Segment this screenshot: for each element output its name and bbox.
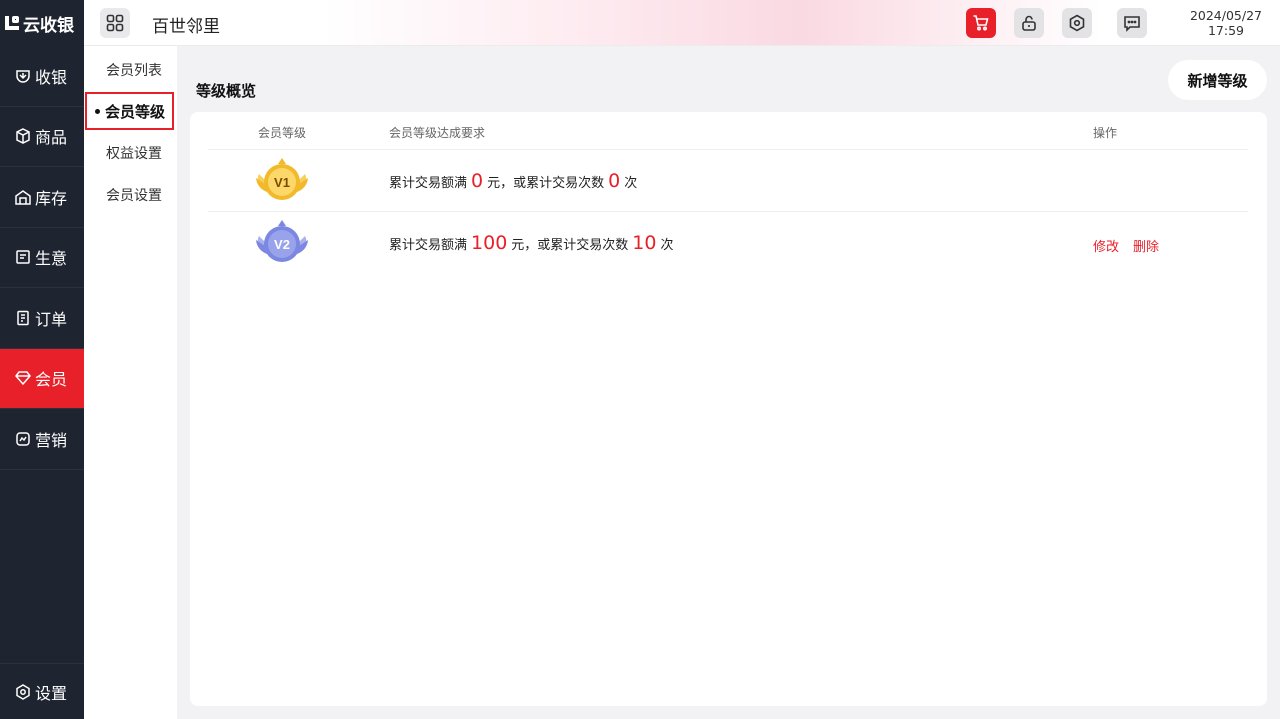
edit-link[interactable]: 修改: [1093, 236, 1119, 255]
subnav-item-member-list[interactable]: 会员列表: [84, 60, 177, 80]
nav-item-business[interactable]: 生意: [0, 228, 84, 288]
req-prefix: 累计交易额满: [389, 238, 468, 253]
hexagon-gear-icon: [1069, 14, 1085, 32]
order-icon: [14, 309, 32, 327]
nav-item-label: 生意: [35, 249, 68, 269]
logo-text: 云收银: [23, 15, 74, 36]
apps-button[interactable]: [100, 8, 130, 38]
nav-item-inventory[interactable]: 库存: [0, 167, 84, 228]
date-time: 2024/05/27 17:59: [1190, 8, 1262, 38]
main-sidebar: 云收银 收银 商品 库存 生意 订单 会员 营销 设置: [0, 0, 84, 719]
table-row: V2 累计交易额满 100 元，或累计交易次数 10 次 修改 删除: [208, 211, 1248, 273]
store-name: 百世邻里: [152, 17, 220, 37]
warehouse-icon: [14, 188, 32, 206]
unlock-icon: [1022, 15, 1036, 31]
badge-label: V2: [274, 237, 290, 252]
lock-button[interactable]: [1014, 8, 1044, 38]
cart-icon: [973, 15, 989, 31]
nav-item-label: 库存: [35, 188, 68, 208]
nav-item-members[interactable]: 会员: [0, 348, 84, 409]
active-dot: [95, 108, 100, 114]
date-text: 2024/05/27: [1189, 8, 1262, 23]
nav-item-marketing[interactable]: 营销: [0, 409, 84, 470]
nav-item-label: 设置: [35, 683, 68, 703]
subnav-item-member-settings[interactable]: 会员设置: [84, 185, 177, 205]
req-amount-unit: 元，或累计交易次数: [511, 238, 629, 253]
diamond-icon: [14, 369, 32, 387]
req-prefix: 累计交易额满: [389, 176, 468, 191]
table-row: V1 累计交易额满 0 元，或累计交易次数 0 次: [208, 149, 1248, 211]
time-text: 17:59: [1207, 23, 1244, 38]
cashier-icon: [14, 67, 32, 85]
row-actions: 修改 删除: [1093, 236, 1159, 255]
level-requirement: 累计交易额满 100 元，或累计交易次数 10 次: [389, 232, 674, 254]
nav-item-label: 收银: [35, 67, 68, 87]
req-count-unit: 次: [624, 176, 638, 191]
req-count: 0: [608, 170, 621, 192]
nav-item-goods[interactable]: 商品: [0, 107, 84, 167]
subnav-item-label: 会员等级: [105, 102, 166, 121]
report-icon: [14, 248, 32, 266]
box-icon: [14, 127, 32, 145]
message-button[interactable]: [1117, 8, 1147, 38]
chat-icon: [1124, 16, 1140, 32]
level-requirement: 累计交易额满 0 元，或累计交易次数 0 次: [389, 170, 637, 192]
req-amount: 0: [471, 170, 484, 192]
gear-icon: [14, 683, 32, 701]
delete-link[interactable]: 删除: [1133, 236, 1159, 255]
req-amount: 100: [471, 232, 508, 254]
req-amount-unit: 元，或累计交易次数: [487, 176, 605, 191]
nav-item-label: 订单: [35, 309, 68, 329]
nav-item-settings[interactable]: 设置: [0, 663, 84, 719]
subnav-item-benefits[interactable]: 权益设置: [84, 143, 177, 163]
nav-item-cashier[interactable]: 收银: [0, 46, 84, 107]
levels-table: 会员等级 会员等级达成要求 操作 V1 累计交易额满 0 元，或累计交易次数 0…: [190, 112, 1267, 706]
col-header-requirement: 会员等级达成要求: [389, 126, 486, 140]
col-header-action: 操作: [1093, 126, 1118, 140]
level-badge-v1: V1: [256, 158, 308, 200]
level-badge-v2: V2: [256, 220, 308, 262]
subnav-item-member-level[interactable]: 会员等级: [85, 92, 174, 130]
add-level-button[interactable]: 新增等级: [1168, 60, 1267, 100]
settings-button[interactable]: [1062, 8, 1092, 38]
nav-item-label: 营销: [35, 430, 68, 450]
section-title: 等级概览: [196, 82, 257, 100]
nav-item-label: 会员: [35, 370, 68, 390]
logo-icon: [4, 15, 20, 31]
member-subnav: 会员列表 会员等级 权益设置 会员设置: [84, 46, 177, 719]
badge-label: V1: [274, 175, 290, 190]
grid-icon: [106, 14, 124, 32]
app-logo: 云收银: [0, 0, 84, 46]
nav-item-label: 商品: [35, 128, 68, 148]
req-count: 10: [632, 232, 657, 254]
req-count-unit: 次: [660, 238, 674, 253]
col-header-level: 会员等级: [258, 126, 307, 140]
top-header: 百世邻里 2024/05/27 17:59: [84, 0, 1280, 46]
nav-item-orders[interactable]: 订单: [0, 288, 84, 349]
marketing-icon: [14, 430, 32, 448]
cart-button[interactable]: [966, 8, 996, 38]
